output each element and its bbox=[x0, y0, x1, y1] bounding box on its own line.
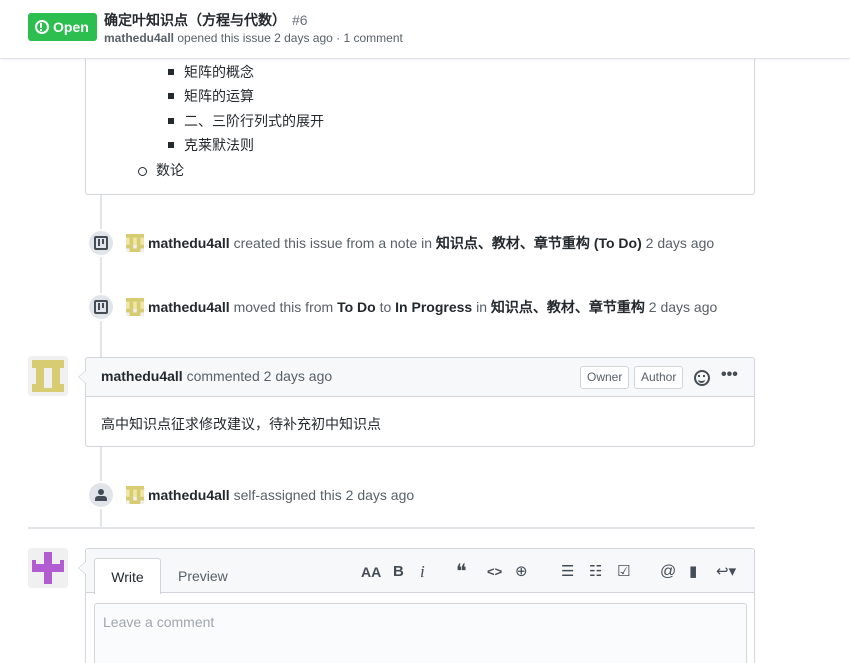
list-item: 矩阵的概念 bbox=[168, 62, 324, 86]
project-link[interactable]: 知识点、教材、章节重构 bbox=[436, 235, 590, 251]
event-text: moved this from bbox=[233, 299, 334, 315]
tab-write[interactable]: Write bbox=[94, 558, 161, 594]
avatar[interactable] bbox=[126, 298, 144, 316]
state-label: Open bbox=[53, 19, 89, 35]
issue-author-link[interactable]: mathedu4all bbox=[104, 31, 174, 45]
avatar[interactable] bbox=[126, 234, 144, 252]
project-icon bbox=[94, 300, 108, 314]
bold-icon[interactable]: B bbox=[393, 563, 404, 581]
quote-icon[interactable]: ❝ bbox=[456, 562, 467, 582]
current-user-avatar[interactable] bbox=[28, 548, 68, 588]
issue-title[interactable]: 确定叶知识点（方程与代数） #6 bbox=[104, 10, 308, 30]
to-column: In Progress bbox=[395, 299, 473, 315]
comment-body: 高中知识点征求修改建议，待补充初中知识点 bbox=[101, 416, 381, 432]
issue-meta-text: opened this issue 2 days ago · 1 comment bbox=[177, 31, 403, 45]
unordered-list-icon[interactable]: ☰ bbox=[561, 563, 574, 581]
event-text: created this issue from a note in bbox=[233, 235, 433, 251]
identicon-icon bbox=[126, 234, 144, 252]
bookmark-icon[interactable]: ▮ bbox=[689, 563, 697, 581]
identicon-icon bbox=[32, 360, 64, 392]
list-item: 数论 bbox=[138, 160, 184, 180]
author-label: Author bbox=[634, 366, 684, 389]
project-event-badge bbox=[87, 229, 115, 257]
task-list-icon[interactable]: ☑ bbox=[617, 563, 630, 581]
list-item: 二、三阶行列式的展开 bbox=[168, 111, 324, 135]
project-link[interactable]: 知识点、教材、章节重构 bbox=[491, 299, 645, 315]
comment-placeholder: Leave a comment bbox=[103, 614, 215, 630]
comment-textarea[interactable]: Leave a comment bbox=[94, 603, 747, 663]
tab-preview[interactable]: Preview bbox=[178, 558, 228, 594]
issue-meta: mathedu4all opened this issue 2 days ago… bbox=[104, 31, 403, 45]
project-icon bbox=[94, 236, 108, 250]
event-time[interactable]: 2 days ago bbox=[649, 299, 718, 315]
comment-author-line: mathedu4all commented 2 days ago bbox=[101, 368, 332, 384]
from-column: To Do bbox=[337, 299, 376, 315]
assign-event-badge bbox=[87, 481, 115, 509]
code-icon[interactable]: <> bbox=[487, 563, 502, 581]
timeline-event-moved: mathedu4all moved this from To Do to In … bbox=[148, 297, 717, 317]
new-comment-form: Write Preview AA B i ❝ <> ⊕ ☰ ☷ ☑ @ ▮ ↩▾… bbox=[78, 548, 755, 663]
identicon-icon bbox=[32, 552, 64, 584]
comment-author-link[interactable]: mathedu4all bbox=[101, 368, 183, 384]
event-time[interactable]: 2 days ago bbox=[646, 235, 715, 251]
event-text: self-assigned this bbox=[233, 487, 342, 503]
ordered-list-icon[interactable]: ☷ bbox=[589, 563, 602, 581]
actor-link[interactable]: mathedu4all bbox=[148, 487, 230, 503]
sticky-issue-header: Open 确定叶知识点（方程与代数） #6 mathedu4all opened … bbox=[0, 0, 850, 59]
owner-label: Owner bbox=[580, 366, 630, 389]
comment-author-avatar[interactable] bbox=[28, 356, 68, 396]
heading-icon[interactable]: AA bbox=[361, 563, 381, 581]
comment-form-tabs: Write Preview AA B i ❝ <> ⊕ ☰ ☷ ☑ @ ▮ ↩▾ bbox=[78, 549, 754, 594]
avatar[interactable] bbox=[126, 486, 144, 504]
issue-number: #6 bbox=[292, 12, 308, 28]
issue-title-text: 确定叶知识点（方程与代数） bbox=[104, 12, 286, 28]
issue-opened-icon bbox=[35, 20, 49, 34]
event-text: to bbox=[379, 299, 392, 315]
actor-link[interactable]: mathedu4all bbox=[148, 235, 230, 251]
link-icon[interactable]: ⊕ bbox=[515, 563, 528, 581]
event-text: in bbox=[476, 299, 487, 315]
column-name: (To Do) bbox=[593, 235, 642, 251]
person-icon bbox=[95, 489, 107, 501]
comment-time[interactable]: 2 days ago bbox=[264, 368, 333, 384]
comment-options-icon[interactable]: ••• bbox=[721, 366, 738, 384]
actor-link[interactable]: mathedu4all bbox=[148, 299, 230, 315]
list-item: 克莱默法则 bbox=[168, 135, 324, 159]
comment-header: mathedu4all commented 2 days ago Owner A… bbox=[78, 358, 754, 397]
timeline-event-assigned: mathedu4all self-assigned this 2 days ag… bbox=[148, 485, 414, 505]
mention-icon[interactable]: @ bbox=[660, 563, 676, 581]
add-reaction-icon[interactable] bbox=[694, 370, 710, 386]
timeline-event-created: mathedu4all created this issue from a no… bbox=[148, 233, 714, 253]
timeline-line bbox=[100, 195, 102, 357]
timeline-divider bbox=[28, 527, 755, 529]
identicon-icon bbox=[126, 298, 144, 316]
project-event-badge bbox=[87, 293, 115, 321]
list-item: 矩阵的运算 bbox=[168, 86, 324, 110]
italic-icon[interactable]: i bbox=[420, 563, 425, 581]
comment-action: commented bbox=[186, 368, 260, 384]
reply-icon[interactable]: ↩▾ bbox=[716, 563, 736, 581]
state-badge: Open bbox=[28, 13, 97, 41]
event-time[interactable]: 2 days ago bbox=[346, 487, 415, 503]
identicon-icon bbox=[126, 486, 144, 504]
body-sublist: 矩阵的概念 矩阵的运算 二、三阶行列式的展开 克莱默法则 bbox=[168, 62, 324, 159]
comment: mathedu4all commented 2 days ago Owner A… bbox=[78, 357, 755, 447]
